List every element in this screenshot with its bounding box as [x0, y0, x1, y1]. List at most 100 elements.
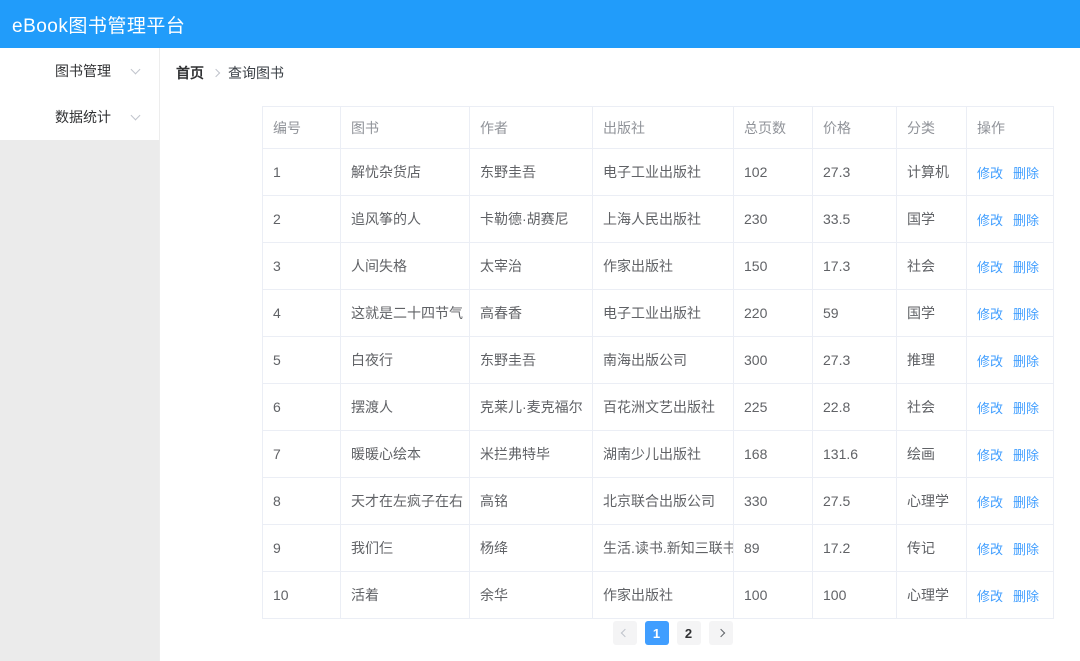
cell-title: 暖暖心绘本	[340, 430, 470, 478]
cell-title: 摆渡人	[340, 383, 470, 431]
table-row: 10 活着 余华 作家出版社 100 100 心理学 修改 删除	[262, 571, 1054, 619]
edit-link[interactable]: 修改	[977, 542, 1003, 557]
content-area: 首页 查询图书 编号 图书 作者 出版社 总页数 价格 分类 操作 1 解忧杂货店 东野圭吾 电子工…	[160, 48, 1080, 661]
page-button-1[interactable]: 1	[644, 621, 669, 645]
cell-category: 国学	[896, 195, 967, 243]
cell-price: 27.5	[812, 477, 897, 525]
column-header: 编号	[262, 106, 341, 149]
cell-pages: 100	[733, 571, 813, 619]
table-row: 8 天才在左疯子在右 高铭 北京联合出版公司 330 27.5 心理学 修改 删除	[262, 477, 1054, 525]
app-title: eBook图书管理平台	[12, 15, 186, 37]
cell-price: 27.3	[812, 336, 897, 384]
column-header: 出版社	[592, 106, 734, 149]
table-row: 2 追风筝的人 卡勒德·胡赛尼 上海人民出版社 230 33.5 国学 修改 删除	[262, 195, 1054, 243]
cell-publisher: 生活.读书.新知三联书店	[592, 524, 734, 572]
edit-link[interactable]: 修改	[977, 589, 1003, 604]
books-table: 编号 图书 作者 出版社 总页数 价格 分类 操作 1 解忧杂货店 东野圭吾 电子工业出版社 102 2…	[262, 106, 1054, 619]
table-row: 9我们仨杨绛生活.读书.新知三联书店8917.2传记修改删除	[262, 524, 1054, 572]
edit-link[interactable]: 修改	[977, 260, 1003, 275]
table-row: 5 白夜行 东野圭吾 南海出版公司 300 27.3 推理 修改 删除	[262, 336, 1054, 384]
cell-publisher: 作家出版社	[592, 242, 734, 290]
sidebar: 图书管理 数据统计	[0, 48, 160, 661]
edit-link[interactable]: 修改	[977, 213, 1003, 228]
cell-actions: 修改 删除	[966, 477, 1054, 525]
cell-id: 1	[262, 148, 341, 196]
edit-link[interactable]: 修改	[977, 495, 1003, 510]
cell-price: 100	[812, 571, 897, 619]
cell-author: 太宰治	[469, 242, 593, 290]
cell-author: 杨绛	[469, 524, 593, 572]
delete-link[interactable]: 删除	[1013, 448, 1039, 463]
cell-title: 白夜行	[340, 336, 470, 384]
cell-id: 7	[262, 430, 341, 478]
edit-link[interactable]: 修改	[977, 448, 1003, 463]
cell-publisher: 电子工业出版社	[592, 289, 734, 337]
cell-category: 国学	[896, 289, 967, 337]
prev-page-button[interactable]	[612, 621, 637, 645]
cell-price: 59	[812, 289, 897, 337]
edit-link[interactable]: 修改	[977, 354, 1003, 369]
edit-link[interactable]: 修改	[977, 166, 1003, 181]
page-button-2[interactable]: 2	[676, 621, 701, 645]
cell-actions: 修改 删除	[966, 383, 1054, 431]
chevron-right-icon	[716, 628, 725, 638]
cell-author: 东野圭吾	[469, 148, 593, 196]
table-row: 7 暖暖心绘本 米拦弗特毕 湖南少儿出版社 168 131.6 绘画 修改 删除	[262, 430, 1054, 478]
cell-actions: 修改 删除	[966, 571, 1054, 619]
cell-title: 追风筝的人	[340, 195, 470, 243]
cell-category: 社会	[896, 383, 967, 431]
delete-link[interactable]: 删除	[1013, 542, 1039, 557]
cell-author: 余华	[469, 571, 593, 619]
edit-link[interactable]: 修改	[977, 401, 1003, 416]
cell-publisher: 北京联合出版公司	[592, 477, 734, 525]
cell-category: 心理学	[896, 477, 967, 525]
cell-author: 米拦弗特毕	[469, 430, 593, 478]
delete-link[interactable]: 删除	[1013, 495, 1039, 510]
edit-link[interactable]: 修改	[977, 307, 1003, 322]
cell-title: 活着	[340, 571, 470, 619]
delete-link[interactable]: 删除	[1013, 213, 1039, 228]
cell-actions: 修改 删除	[966, 195, 1054, 243]
sidebar-item-book-management[interactable]: 图书管理	[0, 48, 159, 94]
delete-link[interactable]: 删除	[1013, 354, 1039, 369]
cell-title: 人间失格	[340, 242, 470, 290]
table-body: 1 解忧杂货店 东野圭吾 电子工业出版社 102 27.3 计算机 修改 删除 2 追风筝的人 卡勒德…	[262, 148, 1054, 619]
cell-id: 3	[262, 242, 341, 290]
delete-link[interactable]: 删除	[1013, 307, 1039, 322]
chevron-left-icon	[620, 628, 629, 638]
delete-link[interactable]: 删除	[1013, 260, 1039, 275]
cell-title: 这就是二十四节气	[340, 289, 470, 337]
chevron-down-icon	[130, 64, 141, 75]
cell-price: 17.2	[812, 524, 897, 572]
main-layout: 图书管理 数据统计 首页 查询图书 编号 图书 作者 出版社 总页数 价格 分类…	[0, 48, 1080, 661]
delete-link[interactable]: 删除	[1013, 401, 1039, 416]
cell-publisher: 南海出版公司	[592, 336, 734, 384]
cell-pages: 230	[733, 195, 813, 243]
delete-link[interactable]: 删除	[1013, 166, 1039, 181]
cell-actions: 修改 删除	[966, 524, 1054, 572]
cell-actions: 修改 删除	[966, 336, 1054, 384]
delete-link[interactable]: 删除	[1013, 589, 1039, 604]
cell-price: 33.5	[812, 195, 897, 243]
cell-price: 17.3	[812, 242, 897, 290]
next-page-button[interactable]	[708, 621, 733, 645]
cell-category: 推理	[896, 336, 967, 384]
cell-pages: 225	[733, 383, 813, 431]
column-header: 总页数	[733, 106, 813, 149]
cell-actions: 修改 删除	[966, 148, 1054, 196]
cell-pages: 89	[733, 524, 813, 572]
app-header: eBook图书管理平台	[0, 0, 1080, 48]
cell-pages: 102	[733, 148, 813, 196]
table-row: 3 人间失格 太宰治 作家出版社 150 17.3 社会 修改 删除	[262, 242, 1054, 290]
cell-title: 解忧杂货店	[340, 148, 470, 196]
cell-id: 10	[262, 571, 341, 619]
cell-pages: 168	[733, 430, 813, 478]
cell-price: 27.3	[812, 148, 897, 196]
cell-price: 131.6	[812, 430, 897, 478]
cell-actions: 修改 删除	[966, 430, 1054, 478]
breadcrumb-current: 查询图书	[228, 65, 284, 81]
breadcrumb-home-link[interactable]: 首页	[176, 63, 204, 83]
sidebar-item-data-statistics[interactable]: 数据统计	[0, 94, 159, 140]
cell-category: 心理学	[896, 571, 967, 619]
cell-actions: 修改 删除	[966, 289, 1054, 337]
